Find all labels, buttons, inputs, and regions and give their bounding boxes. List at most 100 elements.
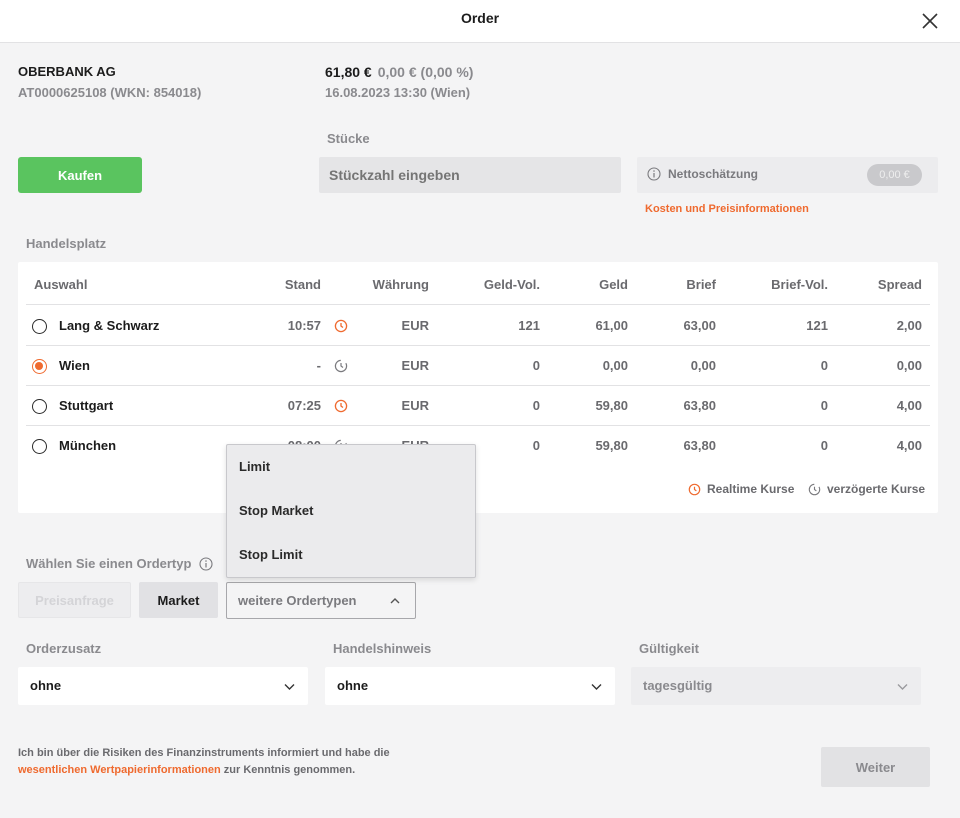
risk-text-1: Ich bin über die Risiken des Finanzinstr… [18,747,390,759]
brief-vol-cell: 0 [820,398,828,413]
handelsplatz-radio[interactable] [32,399,47,414]
legend-delayed: verzögerte Kurse [808,482,925,496]
handelsplatz-radio[interactable] [32,319,47,334]
col-stand: Stand [284,277,321,292]
chevron-down-icon [591,684,602,690]
geld-cell: 61,00 [595,318,628,333]
netto-estimate-box: Nettoschätzung 0,00 € [637,157,938,193]
delayed-clock-icon [334,359,348,373]
handelsplatz-name: Wien [59,358,90,373]
realtime-clock-icon [334,399,348,413]
weitere-ordertypen-label: weitere Ordertypen [238,593,357,608]
delayed-clock-icon [808,483,821,495]
legend-realtime-label: Realtime Kurse [707,482,795,496]
geld-cell: 59,80 [595,398,628,413]
instrument-identifier: AT0000625108 (WKN: 854018) [18,85,202,100]
clock-cell [334,346,350,386]
option-stop-limit[interactable]: Stop Limit [239,547,303,562]
chevron-down-icon [897,684,908,690]
geld-vol-cell: 121 [518,318,540,333]
handelshinweis-label: Handelshinweis [333,641,432,656]
table-row[interactable]: München08:00EUR059,8063,8004,00 [26,426,930,466]
brief-cell: 63,80 [683,438,716,453]
risk-disclaimer: Ich bin über die Risiken des Finanzinstr… [18,745,458,779]
info-icon[interactable] [199,556,213,571]
chevron-up-icon [390,598,400,604]
clock-cell [334,306,350,346]
ordertyp-dropdown-menu: Limit Stop Market Stop Limit [226,444,476,578]
realtime-clock-icon [688,483,701,495]
price-date: 16.08.2023 13:30 (Wien) [325,85,471,100]
quantity-input[interactable] [319,157,621,193]
price-change: 0,00 € (0,00 %) [377,64,474,80]
col-auswahl: Auswahl [34,277,88,292]
gueltigkeit-label: Gültigkeit [639,641,699,656]
table-row[interactable]: Lang & Schwarz 10:57 EUR 121 61,00 63,00 121 2,… [26,306,930,346]
price-value: 61,80 € [325,64,372,80]
handelsplatz-name: Lang & Schwarz [59,318,160,333]
brief-cell: 63,80 [683,398,716,413]
handelsplatz-radio[interactable] [32,359,47,374]
col-brief-vol: Brief-Vol. [771,277,828,292]
gueltigkeit-value: tagesgültig [643,678,713,693]
brief-cell: 63,00 [683,318,716,333]
instrument-name: OBERBANK AG [18,64,116,79]
orderzusatz-label: Orderzusatz [26,641,102,656]
col-waehrung: Währung [372,277,429,292]
clock-cell [334,386,350,426]
market-table: Auswahl Stand Währung Geld-Vol. Geld Bri… [18,262,938,513]
dialog-title: Order [460,10,500,26]
waehrung-cell: EUR [401,398,429,413]
orderzusatz-select[interactable]: ohne [18,667,308,705]
table-row[interactable]: Wien - EUR 0 0,00 0,00 0 0,00 [26,346,930,386]
ordertyp-label-text: Wählen Sie einen Ordertyp [26,556,192,571]
kosten-preisinformationen-link[interactable]: Kosten und Preisinformationen [645,203,809,215]
col-spread: Spread [877,277,922,292]
instrument-price: 61,80 € 0,00 € (0,00 %) [325,64,473,80]
spread-cell: 4,00 [896,438,922,453]
brief-vol-cell: 0 [820,358,828,373]
weiter-button: Weiter [821,747,930,787]
chevron-down-icon [284,684,295,690]
legend-delayed-label: verzögerte Kurse [827,482,926,496]
kaufen-button[interactable]: Kaufen [18,157,142,193]
handelsplatz-radio[interactable] [32,439,47,454]
col-brief: Brief [686,277,716,292]
brief-vol-cell: 121 [806,318,828,333]
handelsplatz-name: Stuttgart [59,398,114,413]
geld-cell: 0,00 [602,358,628,373]
stand-cell: - [316,358,321,373]
realtime-clock-icon [334,319,348,333]
close-icon[interactable] [920,11,940,31]
wertpapierinformationen-link[interactable]: wesentlichen Wertpapierinformationen [18,764,221,776]
geld-vol-cell: 0 [532,398,540,413]
preisanfrage-button: Preisanfrage [18,582,131,618]
geld-vol-cell: 0 [532,358,540,373]
waehrung-cell: EUR [401,318,429,333]
orderzusatz-value: ohne [30,678,62,693]
brief-vol-cell: 0 [820,438,828,453]
stand-cell: 07:25 [287,398,321,413]
table-header: Auswahl Stand Währung Geld-Vol. Geld Bri… [26,265,930,305]
market-button[interactable]: Market [139,582,218,618]
stuecke-label: Stücke [327,131,370,146]
handelsplatz-name: München [59,438,117,453]
col-geld-vol: Geld-Vol. [483,277,540,292]
ordertyp-label: Wählen Sie einen Ordertyp [26,556,213,571]
weitere-ordertypen-button[interactable]: weitere Ordertypen [226,582,416,619]
handelsplatz-label: Handelsplatz [26,236,107,251]
spread-cell: 0,00 [896,358,922,373]
waehrung-cell: EUR [401,358,429,373]
option-limit[interactable]: Limit [239,459,270,474]
legend-realtime: Realtime Kurse [688,482,794,496]
netto-label: Nettoschätzung [668,167,758,181]
table-row[interactable]: Stuttgart 07:25 EUR 0 59,80 63,80 0 4,00 [26,386,930,426]
geld-cell: 59,80 [595,438,628,453]
spread-cell: 2,00 [896,318,922,333]
info-icon [647,167,661,181]
gueltigkeit-select: tagesgültig [631,667,921,705]
option-stop-market[interactable]: Stop Market [239,503,313,518]
handelshinweis-select[interactable]: ohne [325,667,615,705]
col-geld: Geld [599,277,628,292]
stand-cell: 10:57 [287,318,321,333]
